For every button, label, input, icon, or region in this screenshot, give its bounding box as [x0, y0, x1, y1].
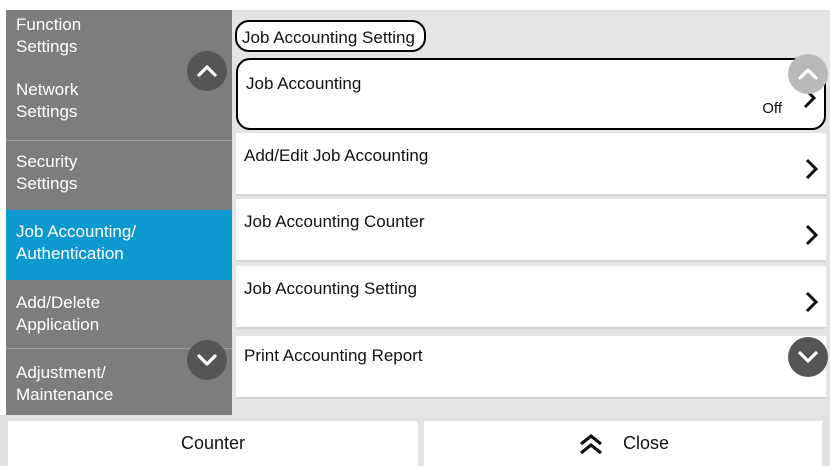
list-scroll-down-button[interactable] [788, 337, 828, 377]
close-button-label: Close [622, 433, 670, 453]
list-item-title: Add/Edit Job Accounting [244, 146, 429, 165]
sidebar-item-label: Add/Delete [16, 293, 101, 312]
chevron-down-icon [798, 351, 818, 363]
sidebar-item-label: Settings [16, 174, 78, 193]
list-item-title: Job Accounting Setting [244, 279, 417, 298]
sidebar-item-label: Maintenance [16, 385, 114, 404]
list-item-job-accounting-counter[interactable]: Job Accounting Counter [236, 199, 826, 262]
breadcrumb: Job Accounting Setting [235, 20, 426, 52]
chevron-right-icon [805, 291, 819, 313]
list-item-add-edit-job-accounting[interactable]: Add/Edit Job Accounting [236, 133, 826, 196]
chevron-up-icon [798, 68, 818, 80]
sidebar-item-label: Authentication [16, 244, 124, 263]
sidebar-item-label: Application [16, 315, 100, 334]
settings-sidebar: Function Settings Network Settings Secur… [6, 10, 232, 415]
double-chevron-up-icon [577, 433, 605, 455]
list-item-title: Job Accounting Counter [244, 212, 425, 231]
counter-button[interactable]: Counter [8, 421, 418, 466]
sidebar-scroll-up-button[interactable] [187, 51, 227, 91]
sidebar-item-label: Function [16, 15, 82, 34]
sidebar-item-job-accounting-authentication[interactable]: Job Accounting/ Authentication [6, 210, 232, 280]
list-item-job-accounting[interactable]: Job Accounting Off [236, 58, 826, 130]
settings-list-panel: Job Accounting Setting Job Accounting Of… [232, 10, 830, 415]
chevron-right-icon [805, 158, 819, 180]
list-item-title: Print Accounting Report [244, 346, 423, 365]
bottom-action-bar: Counter Close [0, 415, 830, 466]
list-scroll-up-button[interactable] [788, 54, 828, 94]
sidebar-item-label: Settings [16, 102, 78, 121]
close-button[interactable]: Close [424, 421, 822, 466]
chevron-up-icon [197, 65, 217, 77]
chevron-right-icon [805, 224, 819, 246]
list-item-value: Off [762, 100, 782, 117]
chevron-down-icon [197, 354, 217, 366]
sidebar-item-security-settings[interactable]: Security Settings [6, 141, 232, 209]
sidebar-scroll-down-button[interactable] [187, 340, 227, 380]
list-item-title: Job Accounting [246, 74, 362, 93]
sidebar-item-add-delete-application[interactable]: Add/Delete Application [6, 281, 232, 347]
sidebar-item-label: Security [16, 152, 78, 171]
list-item-print-accounting-report[interactable]: Print Accounting Report [236, 336, 826, 399]
list-item-job-accounting-setting[interactable]: Job Accounting Setting [236, 266, 826, 329]
counter-button-label: Counter [180, 433, 246, 453]
sidebar-item-label: Job Accounting/ [16, 222, 137, 241]
